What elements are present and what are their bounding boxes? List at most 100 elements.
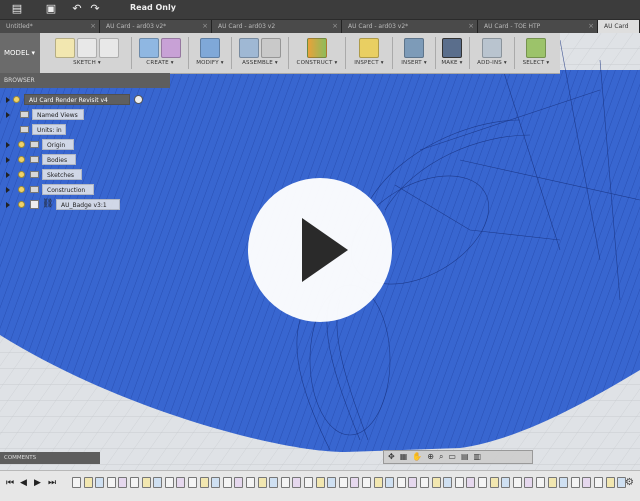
timeline-feature[interactable]: [350, 477, 360, 488]
tab-2[interactable]: AU Card - ard03 v2 ×: [212, 20, 342, 33]
tab-1[interactable]: AU Card - ard03 v2* ×: [100, 20, 212, 33]
timeline-feature[interactable]: [362, 477, 371, 488]
last-icon[interactable]: ⏭: [48, 478, 56, 488]
tab-4[interactable]: AU Card - TOE HTP ×: [478, 20, 598, 33]
expand-icon[interactable]: [6, 172, 10, 178]
display-settings-icon[interactable]: ▭: [448, 451, 456, 463]
select-group[interactable]: SELECT ▾: [516, 35, 556, 71]
timeline-feature[interactable]: [605, 477, 615, 488]
browser-panel-header[interactable]: BROWSER: [0, 73, 170, 88]
expand-icon[interactable]: [6, 112, 10, 118]
activate-radio-icon[interactable]: [134, 95, 143, 104]
browser-item-construction[interactable]: Construction: [42, 184, 94, 195]
viewports-icon[interactable]: ▥: [474, 451, 482, 463]
tab-5-active[interactable]: AU Card: [598, 20, 640, 33]
new-component-icon[interactable]: [239, 38, 259, 58]
timeline-feature[interactable]: [594, 477, 603, 488]
timeline-feature[interactable]: [408, 477, 418, 488]
timeline-feature[interactable]: [512, 477, 522, 488]
timeline-feature[interactable]: [582, 477, 592, 488]
timeline-feature[interactable]: [385, 477, 395, 488]
browser-item-origin[interactable]: Origin: [42, 139, 74, 150]
timeline-feature[interactable]: [547, 477, 557, 488]
browser-item-au-badge[interactable]: AU_Badge v3:1: [56, 199, 120, 210]
measure-icon[interactable]: [359, 38, 379, 58]
timeline-feature[interactable]: [315, 477, 325, 488]
timeline-feature[interactable]: [246, 477, 255, 488]
timeline-feature[interactable]: [130, 477, 139, 488]
pan-icon[interactable]: ✋: [412, 451, 422, 463]
expand-icon[interactable]: [6, 97, 10, 103]
timeline-feature[interactable]: [141, 477, 151, 488]
visibility-bulb-icon[interactable]: [18, 156, 25, 163]
browser-item-sketches[interactable]: Sketches: [42, 169, 82, 180]
modify-group[interactable]: MODIFY ▾: [191, 35, 229, 71]
assemble-group[interactable]: ASSEMBLE ▾: [234, 35, 286, 71]
workspace-dropdown[interactable]: MODEL ▾: [0, 33, 40, 73]
play-timeline-icon[interactable]: ▶: [34, 478, 41, 488]
sketch-group[interactable]: SKETCH ▾: [44, 35, 130, 71]
timeline-feature[interactable]: [466, 477, 476, 488]
comments-panel[interactable]: COMMENTS: [0, 452, 100, 464]
browser-item-units[interactable]: Units: in: [32, 124, 66, 135]
timeline-feature[interactable]: [489, 477, 499, 488]
add-ins-group[interactable]: ADD-INS ▾: [472, 35, 512, 71]
scripts-icon[interactable]: [482, 38, 502, 58]
redo-icon[interactable]: ↷: [88, 2, 102, 16]
previous-icon[interactable]: ◀: [20, 478, 27, 488]
timeline-feature[interactable]: [164, 477, 174, 488]
timeline-feature[interactable]: [420, 477, 429, 488]
inspect-group[interactable]: INSPECT ▾: [348, 35, 390, 71]
timeline-feature[interactable]: [269, 477, 279, 488]
close-icon[interactable]: ×: [332, 20, 338, 33]
browser-item-bodies[interactable]: Bodies: [42, 154, 76, 165]
timeline-feature[interactable]: [536, 477, 545, 488]
timeline-feature[interactable]: [431, 477, 441, 488]
timeline-feature[interactable]: [83, 477, 93, 488]
timeline-feature[interactable]: [524, 477, 534, 488]
timeline-feature[interactable]: [280, 477, 290, 488]
select-arrow-icon[interactable]: [526, 38, 546, 58]
timeline-feature[interactable]: [304, 477, 313, 488]
orbit-icon[interactable]: ✥: [388, 451, 395, 463]
play-button[interactable]: [248, 178, 392, 322]
expand-icon[interactable]: [6, 157, 10, 163]
timeline-feature[interactable]: [188, 477, 197, 488]
visibility-bulb-icon[interactable]: [18, 171, 25, 178]
timeline-feature[interactable]: [570, 477, 580, 488]
line-icon[interactable]: [77, 38, 97, 58]
timeline-feature[interactable]: [257, 477, 267, 488]
zoom-window-icon[interactable]: ⌕: [439, 451, 443, 463]
rectangle-icon[interactable]: [99, 38, 119, 58]
close-icon[interactable]: ×: [90, 20, 96, 33]
settings-gear-icon[interactable]: ⚙: [625, 477, 634, 488]
visibility-bulb-icon[interactable]: [18, 186, 25, 193]
timeline-feature[interactable]: [373, 477, 383, 488]
make-group[interactable]: MAKE ▾: [437, 35, 467, 71]
timeline-feature[interactable]: [292, 477, 302, 488]
tab-0[interactable]: Untitled* ×: [0, 20, 100, 33]
file-menu-icon[interactable]: ▤: [10, 2, 24, 16]
timeline-feature[interactable]: [478, 477, 487, 488]
timeline-feature[interactable]: [118, 477, 128, 488]
timeline-feature[interactable]: [176, 477, 186, 488]
undo-icon[interactable]: ↶: [70, 2, 84, 16]
expand-icon[interactable]: [6, 187, 10, 193]
construct-group[interactable]: CONSTRUCT ▾: [291, 35, 343, 71]
joint-icon[interactable]: [261, 38, 281, 58]
timeline-feature[interactable]: [106, 477, 116, 488]
3d-print-icon[interactable]: [442, 38, 462, 58]
first-icon[interactable]: ⏮: [6, 478, 14, 488]
browser-item-named-views[interactable]: Named Views: [32, 109, 84, 120]
look-at-icon[interactable]: ▦: [400, 451, 408, 463]
timeline-feature[interactable]: [338, 477, 348, 488]
timeline-feature[interactable]: [222, 477, 232, 488]
visibility-bulb-icon[interactable]: [13, 96, 20, 103]
browser-root[interactable]: AU Card Render Revisit v4: [24, 94, 130, 105]
press-pull-icon[interactable]: [200, 38, 220, 58]
tab-3[interactable]: AU Card - ard03 v2* ×: [342, 20, 478, 33]
timeline-feature[interactable]: [443, 477, 453, 488]
timeline-feature[interactable]: [72, 477, 81, 488]
extrude-icon[interactable]: [139, 38, 159, 58]
form-icon[interactable]: [161, 38, 181, 58]
